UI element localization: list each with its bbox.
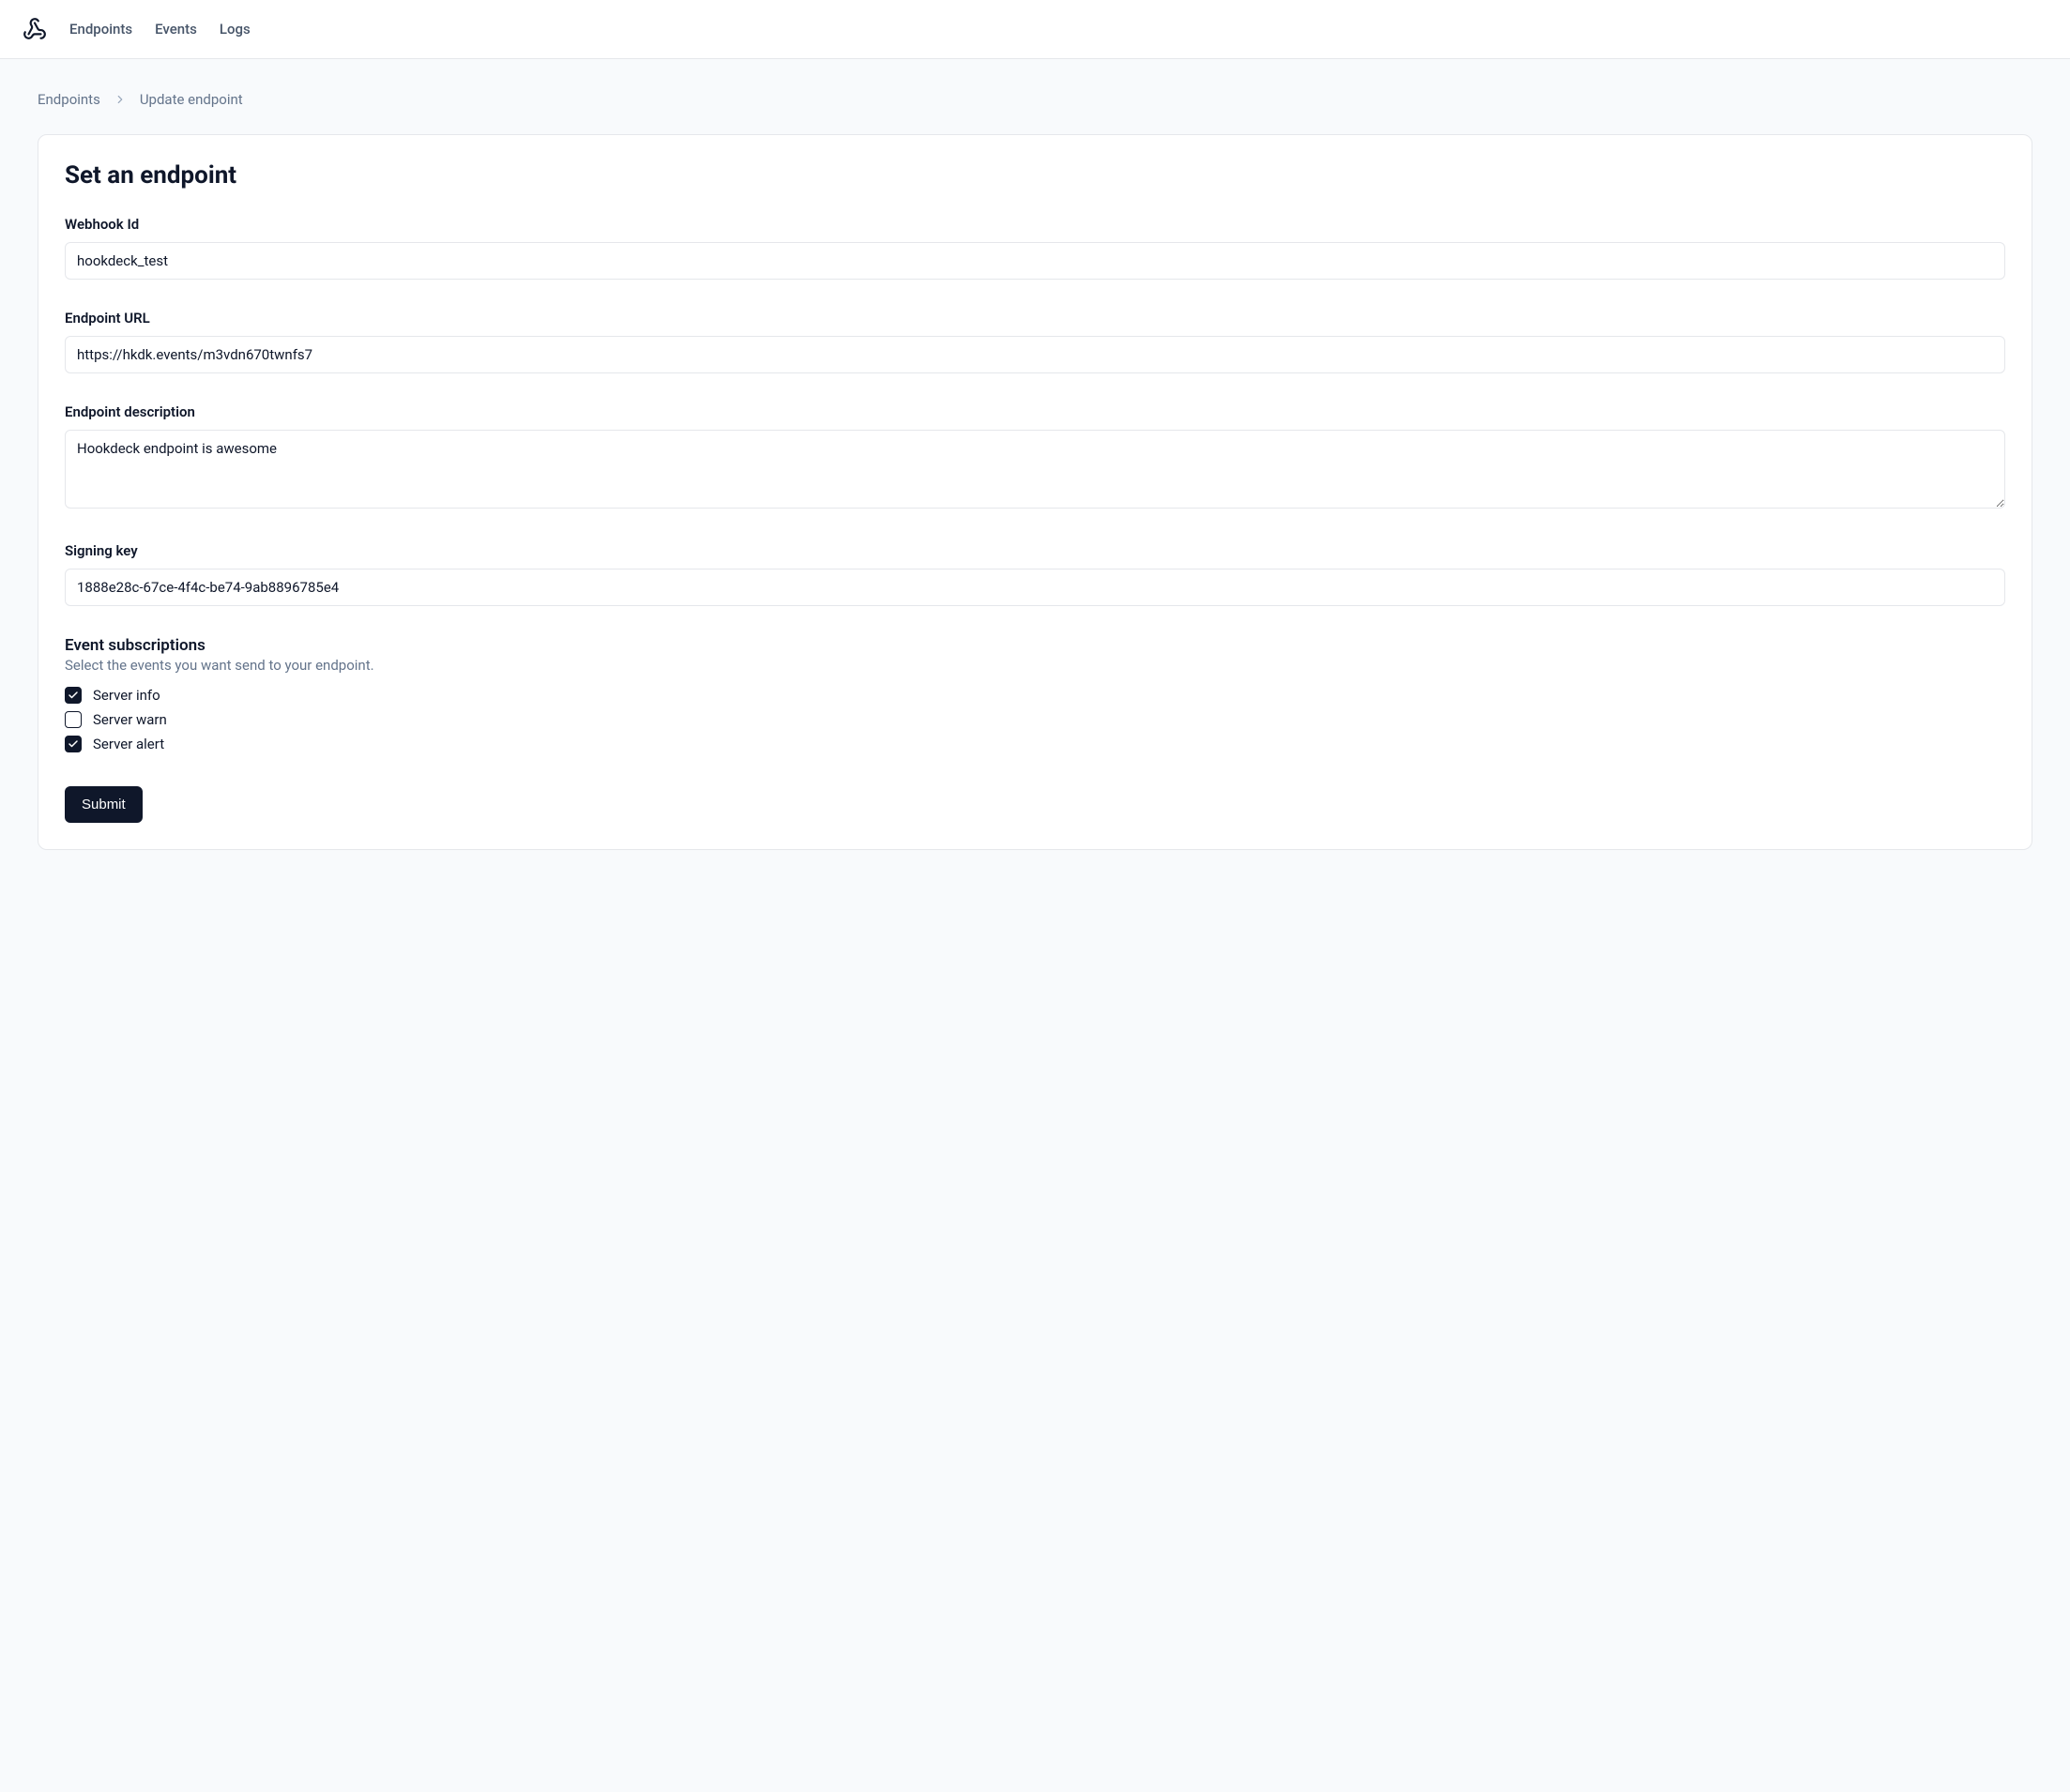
nav-events[interactable]: Events [155,21,197,38]
page-title: Set an endpoint [65,161,2005,190]
page-content: Endpoints Update endpoint Set an endpoin… [0,59,2070,882]
webhook-id-input[interactable] [65,242,2005,280]
webhook-id-label: Webhook Id [65,216,2005,233]
endpoint-description-input[interactable] [65,430,2005,509]
nav-logs[interactable]: Logs [220,21,251,38]
checkbox-label: Server alert [93,736,164,752]
endpoint-url-label: Endpoint URL [65,310,2005,327]
webhook-icon [23,17,47,41]
endpoint-url-field: Endpoint URL [65,310,2005,373]
breadcrumb: Endpoints Update endpoint [38,91,2032,108]
signing-key-input[interactable] [65,569,2005,606]
event-subscriptions-title: Event subscriptions [65,636,2005,655]
breadcrumb-current: Update endpoint [140,91,243,108]
signing-key-field: Signing key [65,542,2005,606]
checkbox-icon [65,711,82,728]
webhook-id-field: Webhook Id [65,216,2005,280]
event-subscriptions-description: Select the events you want send to your … [65,657,2005,674]
logo [23,17,47,41]
endpoint-description-field: Endpoint description [65,403,2005,512]
nav-endpoints[interactable]: Endpoints [69,21,132,38]
endpoint-description-label: Endpoint description [65,403,2005,420]
signing-key-label: Signing key [65,542,2005,559]
endpoint-url-input[interactable] [65,336,2005,373]
event-subscriptions-section: Event subscriptions Select the events yo… [65,636,2005,752]
checkbox-label: Server info [93,687,160,704]
subscription-option-server-warn[interactable]: Server warn [65,711,2005,728]
subscription-option-server-alert[interactable]: Server alert [65,736,2005,752]
primary-nav: Endpoints Events Logs [69,21,251,38]
breadcrumb-parent[interactable]: Endpoints [38,91,100,108]
checkbox-icon [65,736,82,752]
submit-button[interactable]: Submit [65,786,143,823]
chevron-right-icon [114,93,127,106]
checkbox-label: Server warn [93,711,167,728]
checkbox-icon [65,687,82,704]
endpoint-form-card: Set an endpoint Webhook Id Endpoint URL … [38,134,2032,850]
app-header: Endpoints Events Logs [0,0,2070,59]
subscription-option-server-info[interactable]: Server info [65,687,2005,704]
